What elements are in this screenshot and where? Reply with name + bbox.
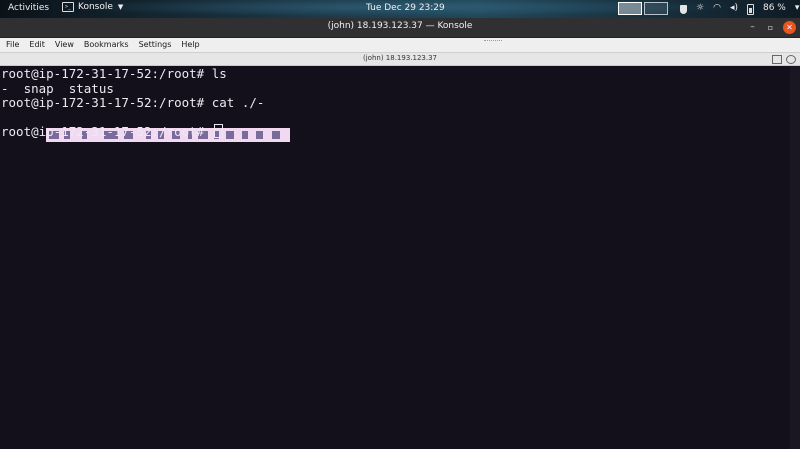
caret-down-icon: ▼: [117, 3, 124, 11]
shield-icon[interactable]: [680, 4, 687, 14]
activities-button[interactable]: Activities: [8, 3, 49, 13]
screen: Activities >_ Konsole ▼ Tue Dec 29 23:29…: [0, 0, 800, 449]
close-tab-icon[interactable]: [786, 55, 796, 64]
text-cursor: [213, 124, 223, 138]
app-menu-label: Konsole: [78, 2, 113, 12]
terminal-output[interactable]: root@ip-172-31-17-52:/root# ls - snap st…: [0, 66, 800, 449]
workspace-switcher[interactable]: [618, 2, 668, 15]
gnome-top-bar: Activities >_ Konsole ▼ Tue Dec 29 23:29…: [0, 0, 800, 18]
app-menu-button[interactable]: >_ Konsole ▼: [62, 2, 123, 12]
maximize-button[interactable]: ▫: [764, 21, 777, 34]
terminal-icon: >_: [62, 2, 74, 12]
brightness-icon[interactable]: ☼: [696, 2, 704, 14]
garbled-output-line: [1, 110, 291, 405]
toolbar-grip[interactable]: [484, 40, 502, 43]
close-button[interactable]: ✕: [783, 21, 796, 34]
battery-icon[interactable]: [746, 3, 754, 15]
prompt-text: root@ip-172-31-17-52:/root#: [1, 124, 212, 139]
clock[interactable]: Tue Dec 29 23:29: [366, 3, 445, 13]
terminal-line: root@ip-172-31-17-52:/root# ls: [1, 66, 227, 81]
terminal-scrollbar[interactable]: [790, 66, 800, 449]
battery-percent: 86 %: [762, 3, 786, 13]
menu-help[interactable]: Help: [176, 38, 204, 52]
menu-bookmarks[interactable]: Bookmarks: [79, 38, 134, 52]
menu-edit[interactable]: Edit: [24, 38, 50, 52]
minimize-button[interactable]: –: [746, 21, 759, 34]
wifi-icon[interactable]: ◠: [713, 2, 721, 14]
terminal-line: root@ip-172-31-17-52:/root# cat ./-: [1, 95, 265, 110]
menu-file[interactable]: File: [0, 38, 24, 52]
menu-view[interactable]: View: [50, 38, 79, 52]
session-tab[interactable]: (john) 18.193.123.37: [0, 54, 800, 62]
terminal-prompt-line: root@ip-172-31-17-52:/root#: [1, 124, 223, 140]
workspace-1[interactable]: [618, 2, 642, 15]
session-tab-bar: (john) 18.193.123.37: [0, 53, 800, 66]
window-title: (john) 18.193.123.37 — Konsole: [327, 21, 473, 31]
menu-settings[interactable]: Settings: [134, 38, 177, 52]
workspace-2[interactable]: [644, 2, 668, 15]
system-tray[interactable]: ☼ ◠ ◂) 86 % ▾: [680, 2, 800, 15]
menu-bar: File Edit View Bookmarks Settings Help: [0, 38, 800, 53]
volume-icon[interactable]: ◂): [730, 2, 738, 14]
power-menu-caret-icon[interactable]: ▾: [795, 2, 800, 14]
new-tab-icon[interactable]: [772, 55, 782, 64]
window-titlebar[interactable]: (john) 18.193.123.37 — Konsole – ▫ ✕: [0, 18, 800, 38]
